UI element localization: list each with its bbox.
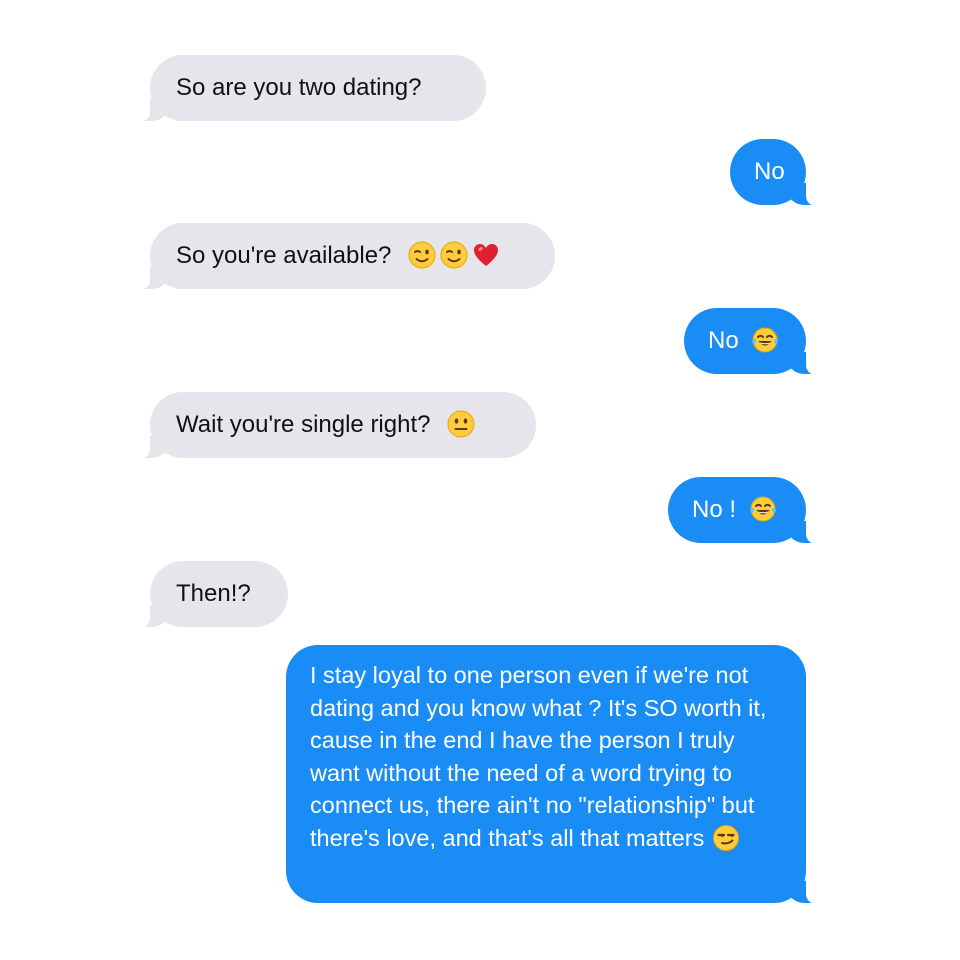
message-text: No [708,327,739,354]
message-text: Wait you're single right? [176,411,431,438]
incoming-message[interactable]: So you're available? [136,223,555,290]
message-text: So you're available? [176,242,392,269]
message-thread: So are you two dating? No So you're avai… [0,0,960,960]
neutral-face-icon [447,410,475,438]
outgoing-message[interactable]: No ! [668,477,820,544]
incoming-message[interactable]: So are you two dating? [136,55,486,122]
winking-face-icon [408,241,436,269]
outgoing-message[interactable]: I stay loyal to one person even if we're… [286,645,820,904]
message-text: No ! [692,496,737,523]
outgoing-message[interactable]: No [684,308,820,375]
winking-face-icon [440,241,468,269]
red-heart-icon [472,241,500,269]
message-text: Then!? [176,580,251,607]
message-text: So are you two dating? [176,74,422,101]
smirking-face-icon [712,824,740,852]
tears-of-joy-icon [749,495,777,523]
incoming-message[interactable]: Then!? [136,561,288,628]
incoming-message[interactable]: Wait you're single right? [136,392,536,459]
message-text: No [754,158,785,185]
message-text: I stay loyal to one person even if we're… [310,662,767,851]
outgoing-message[interactable]: No [730,139,820,206]
tears-of-joy-icon [751,326,779,354]
